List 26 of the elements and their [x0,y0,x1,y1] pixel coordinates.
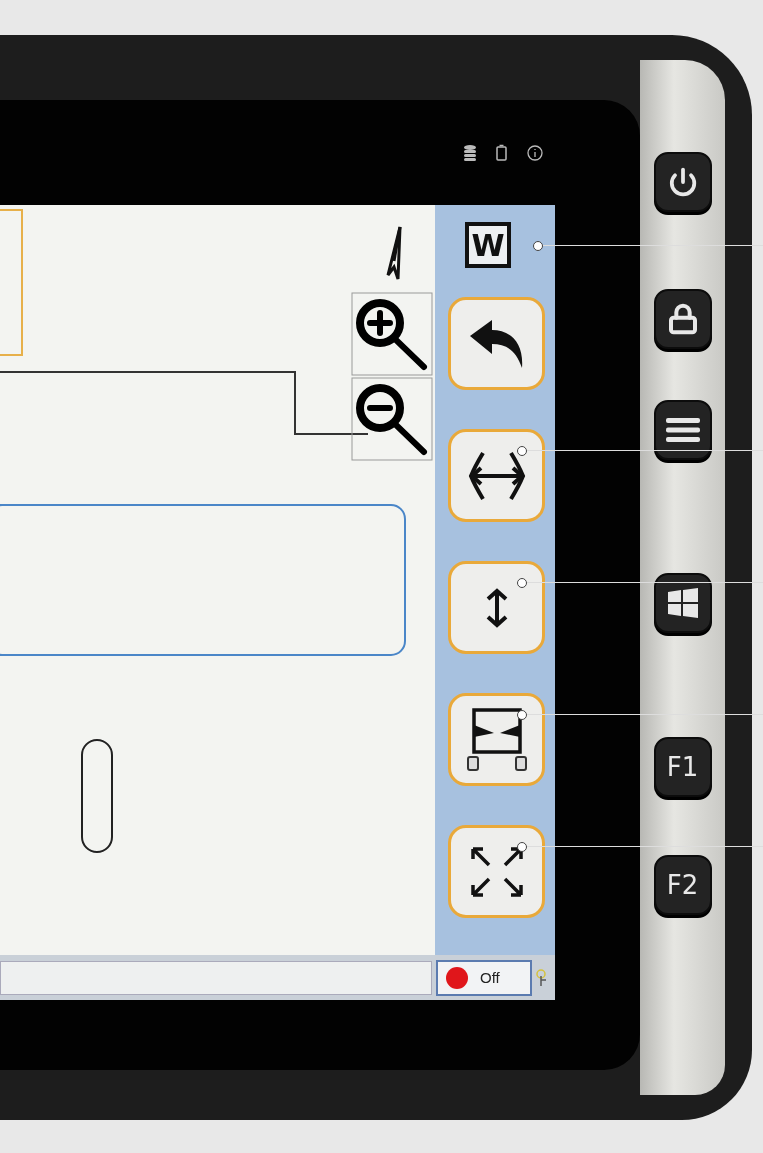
tilt-button[interactable] [448,693,545,786]
north-arrow-icon [386,225,402,281]
zoom-in-icon[interactable] [351,292,433,376]
power-icon [667,167,698,197]
windows-logo-icon [667,588,698,618]
tilt-screen-icon [465,706,528,773]
menu-icon [665,418,700,442]
lock-key[interactable] [653,289,712,349]
padlock-icon [666,303,699,335]
database-icon [464,144,476,161]
app-logo: W [465,222,511,268]
windows-key[interactable] [653,573,712,633]
zoom-out-icon[interactable] [351,377,433,461]
stretch-vertical-button[interactable] [448,561,545,654]
function-key[interactable]: F1 [653,737,712,797]
power-key[interactable] [653,152,712,212]
record-toggle-button[interactable]: Off [436,959,532,996]
info-icon[interactable] [527,144,543,161]
pointer-tray-icon [536,968,548,987]
menu-key[interactable] [653,400,712,460]
stretch-horizontal-button[interactable] [448,429,545,522]
fullscreen-button[interactable] [448,825,545,918]
battery-icon [496,144,507,161]
record-dot-icon [446,966,468,989]
function-key[interactable]: F2 [653,855,712,915]
undo-button[interactable] [448,297,545,390]
